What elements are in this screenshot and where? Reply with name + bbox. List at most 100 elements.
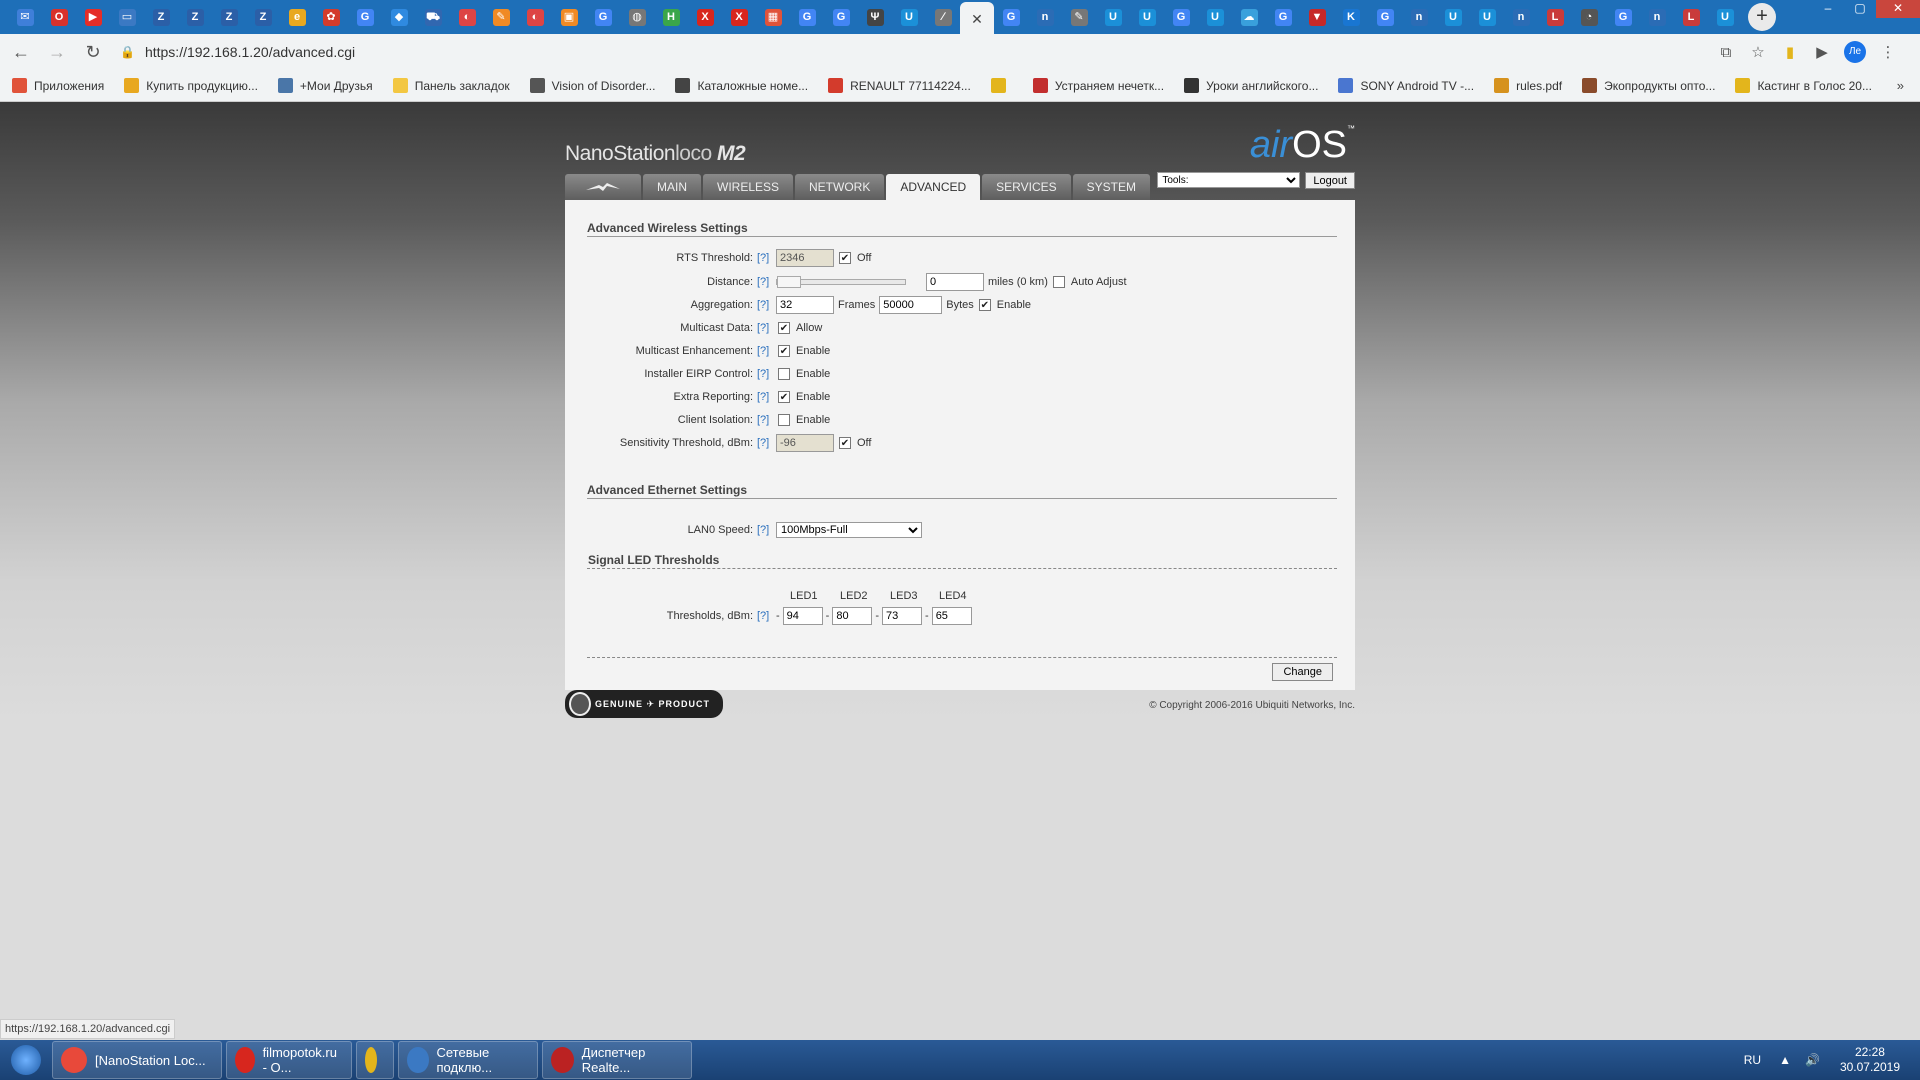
pinned-tab[interactable]: U: [1198, 2, 1232, 32]
pinned-tab[interactable]: ✿: [314, 2, 348, 32]
pinned-tab[interactable]: n: [1402, 2, 1436, 32]
help-link[interactable]: [?]: [757, 299, 773, 311]
pinned-tab[interactable]: ▶: [76, 2, 110, 32]
pinned-tab[interactable]: ▦: [756, 2, 790, 32]
pinned-tab[interactable]: U: [1096, 2, 1130, 32]
tab-ubnt-logo[interactable]: [565, 174, 641, 200]
clock[interactable]: 22:28 30.07.2019: [1840, 1045, 1900, 1075]
pinned-tab[interactable]: n: [1028, 2, 1062, 32]
pinned-tab[interactable]: e: [280, 2, 314, 32]
address-bar[interactable]: 🔒 https://192.168.1.20/advanced.cgi: [120, 38, 1690, 66]
new-tab-button[interactable]: +: [1748, 3, 1776, 31]
help-link[interactable]: [?]: [757, 437, 773, 449]
distance-slider[interactable]: [776, 276, 906, 288]
lan-speed-select[interactable]: 100Mbps-Full: [776, 522, 922, 538]
reload-icon[interactable]: ↻: [78, 37, 108, 67]
close-window-icon[interactable]: ✕: [1876, 0, 1920, 18]
chrome-taskbar-button[interactable]: [NanoStation Loc...: [52, 1041, 222, 1079]
pinned-tab[interactable]: L: [1538, 2, 1572, 32]
bookmark-item[interactable]: Уроки английского...: [1184, 78, 1318, 93]
pinned-tab[interactable]: G: [1368, 2, 1402, 32]
pinned-tab[interactable]: L: [1674, 2, 1708, 32]
volume-icon[interactable]: 🔊: [1805, 1053, 1820, 1067]
help-link[interactable]: [?]: [757, 414, 773, 426]
pinned-tab[interactable]: U: [1130, 2, 1164, 32]
led1-input[interactable]: [782, 607, 823, 625]
pinned-tab[interactable]: G: [790, 2, 824, 32]
bookmark-item[interactable]: rules.pdf: [1494, 78, 1562, 93]
auto-adjust-checkbox[interactable]: [1052, 276, 1065, 288]
pinned-tab[interactable]: ◆: [382, 2, 416, 32]
bookmark-item[interactable]: Кастинг в Голос 20...: [1735, 78, 1872, 93]
tab-advanced[interactable]: ADVANCED: [886, 174, 981, 200]
help-link[interactable]: [?]: [757, 610, 773, 622]
pinned-tab[interactable]: G: [348, 2, 382, 32]
led4-input[interactable]: [931, 607, 972, 625]
pinned-tab[interactable]: U: [1470, 2, 1504, 32]
avatar[interactable]: Ле: [1844, 41, 1866, 63]
menu-icon[interactable]: ⋮: [1872, 43, 1904, 61]
pinned-tab[interactable]: ◐: [450, 2, 484, 32]
bookmark-item[interactable]: SONY Android TV -...: [1338, 78, 1474, 93]
bookmark-item[interactable]: Купить продукцию...: [124, 78, 258, 93]
bookmark-item[interactable]: Vision of Disorder...: [529, 78, 655, 93]
tab-wireless[interactable]: WIRELESS: [703, 174, 794, 200]
bookmark-item[interactable]: Приложения: [12, 78, 104, 93]
help-link[interactable]: [?]: [757, 322, 773, 334]
tools-select[interactable]: Tools:: [1157, 172, 1301, 188]
bookmark-item[interactable]: [990, 78, 1013, 93]
help-link[interactable]: [?]: [757, 391, 773, 403]
minimize-icon[interactable]: –: [1812, 0, 1844, 18]
pinned-tab[interactable]: G: [824, 2, 858, 32]
aggregation-frames-input[interactable]: [776, 296, 834, 314]
pinned-tab[interactable]: ✉: [8, 2, 42, 32]
bookmark-item[interactable]: RENAULT 77114224...: [828, 78, 971, 93]
help-link[interactable]: [?]: [757, 276, 773, 288]
pinned-tab[interactable]: U: [892, 2, 926, 32]
distance-input[interactable]: [926, 273, 984, 291]
pinned-tab[interactable]: G: [994, 2, 1028, 32]
bookmark-item[interactable]: +Мои Друзья: [277, 78, 373, 93]
network-taskbar-button[interactable]: Сетевые подклю...: [398, 1041, 538, 1079]
pinned-tab[interactable]: Z: [212, 2, 246, 32]
pinned-tab[interactable]: ☁: [1232, 2, 1266, 32]
video-icon[interactable]: ▶: [1806, 43, 1838, 61]
pinned-tab[interactable]: H: [654, 2, 688, 32]
sensitivity-input[interactable]: [776, 434, 834, 452]
tray-arrow-icon[interactable]: ▲: [1779, 1053, 1791, 1067]
pinned-tab[interactable]: ▣: [552, 2, 586, 32]
pinned-tab[interactable]: ⛟: [416, 2, 450, 32]
pinned-tab[interactable]: ∕: [926, 2, 960, 32]
slider-handle[interactable]: [777, 276, 801, 288]
back-icon[interactable]: ←: [6, 37, 36, 67]
pinned-tab[interactable]: ◍: [620, 2, 654, 32]
pinned-tab[interactable]: O: [42, 2, 76, 32]
explorer-taskbar-button[interactable]: [356, 1041, 394, 1079]
pinned-tab[interactable]: X: [722, 2, 756, 32]
mc-enh-checkbox[interactable]: ✔: [778, 345, 790, 357]
translate-icon[interactable]: ⧉: [1710, 44, 1742, 61]
language-indicator[interactable]: RU: [1744, 1053, 1761, 1067]
pinned-tab[interactable]: Ψ: [858, 2, 892, 32]
pinned-tab[interactable]: n: [1640, 2, 1674, 32]
led2-input[interactable]: [832, 607, 873, 625]
pinned-tab[interactable]: ✎: [1062, 2, 1096, 32]
tab-system[interactable]: SYSTEM: [1072, 174, 1150, 200]
pinned-tab[interactable]: G: [586, 2, 620, 32]
bookmark-item[interactable]: Каталожные номе...: [675, 78, 808, 93]
close-icon[interactable]: ✕: [971, 11, 983, 28]
tab-main[interactable]: MAIN: [643, 174, 701, 200]
aggregation-bytes-input[interactable]: [879, 296, 943, 314]
pinned-tab[interactable]: Z: [144, 2, 178, 32]
realtek-taskbar-button[interactable]: Диспетчер Realte...: [542, 1041, 692, 1079]
pinned-tab[interactable]: ◔: [1572, 2, 1606, 32]
tab-services[interactable]: SERVICES: [982, 174, 1071, 200]
multicast-checkbox[interactable]: ✔: [778, 322, 790, 334]
star-icon[interactable]: ☆: [1742, 43, 1774, 61]
pinned-tab[interactable]: ▭: [110, 2, 144, 32]
pinned-tab[interactable]: ✎: [484, 2, 518, 32]
sensitivity-off-checkbox[interactable]: ✔: [839, 437, 851, 449]
pinned-tab[interactable]: K: [1334, 2, 1368, 32]
pinned-tab[interactable]: G: [1266, 2, 1300, 32]
opera-taskbar-button[interactable]: filmopotok.ru - O...: [226, 1041, 352, 1079]
